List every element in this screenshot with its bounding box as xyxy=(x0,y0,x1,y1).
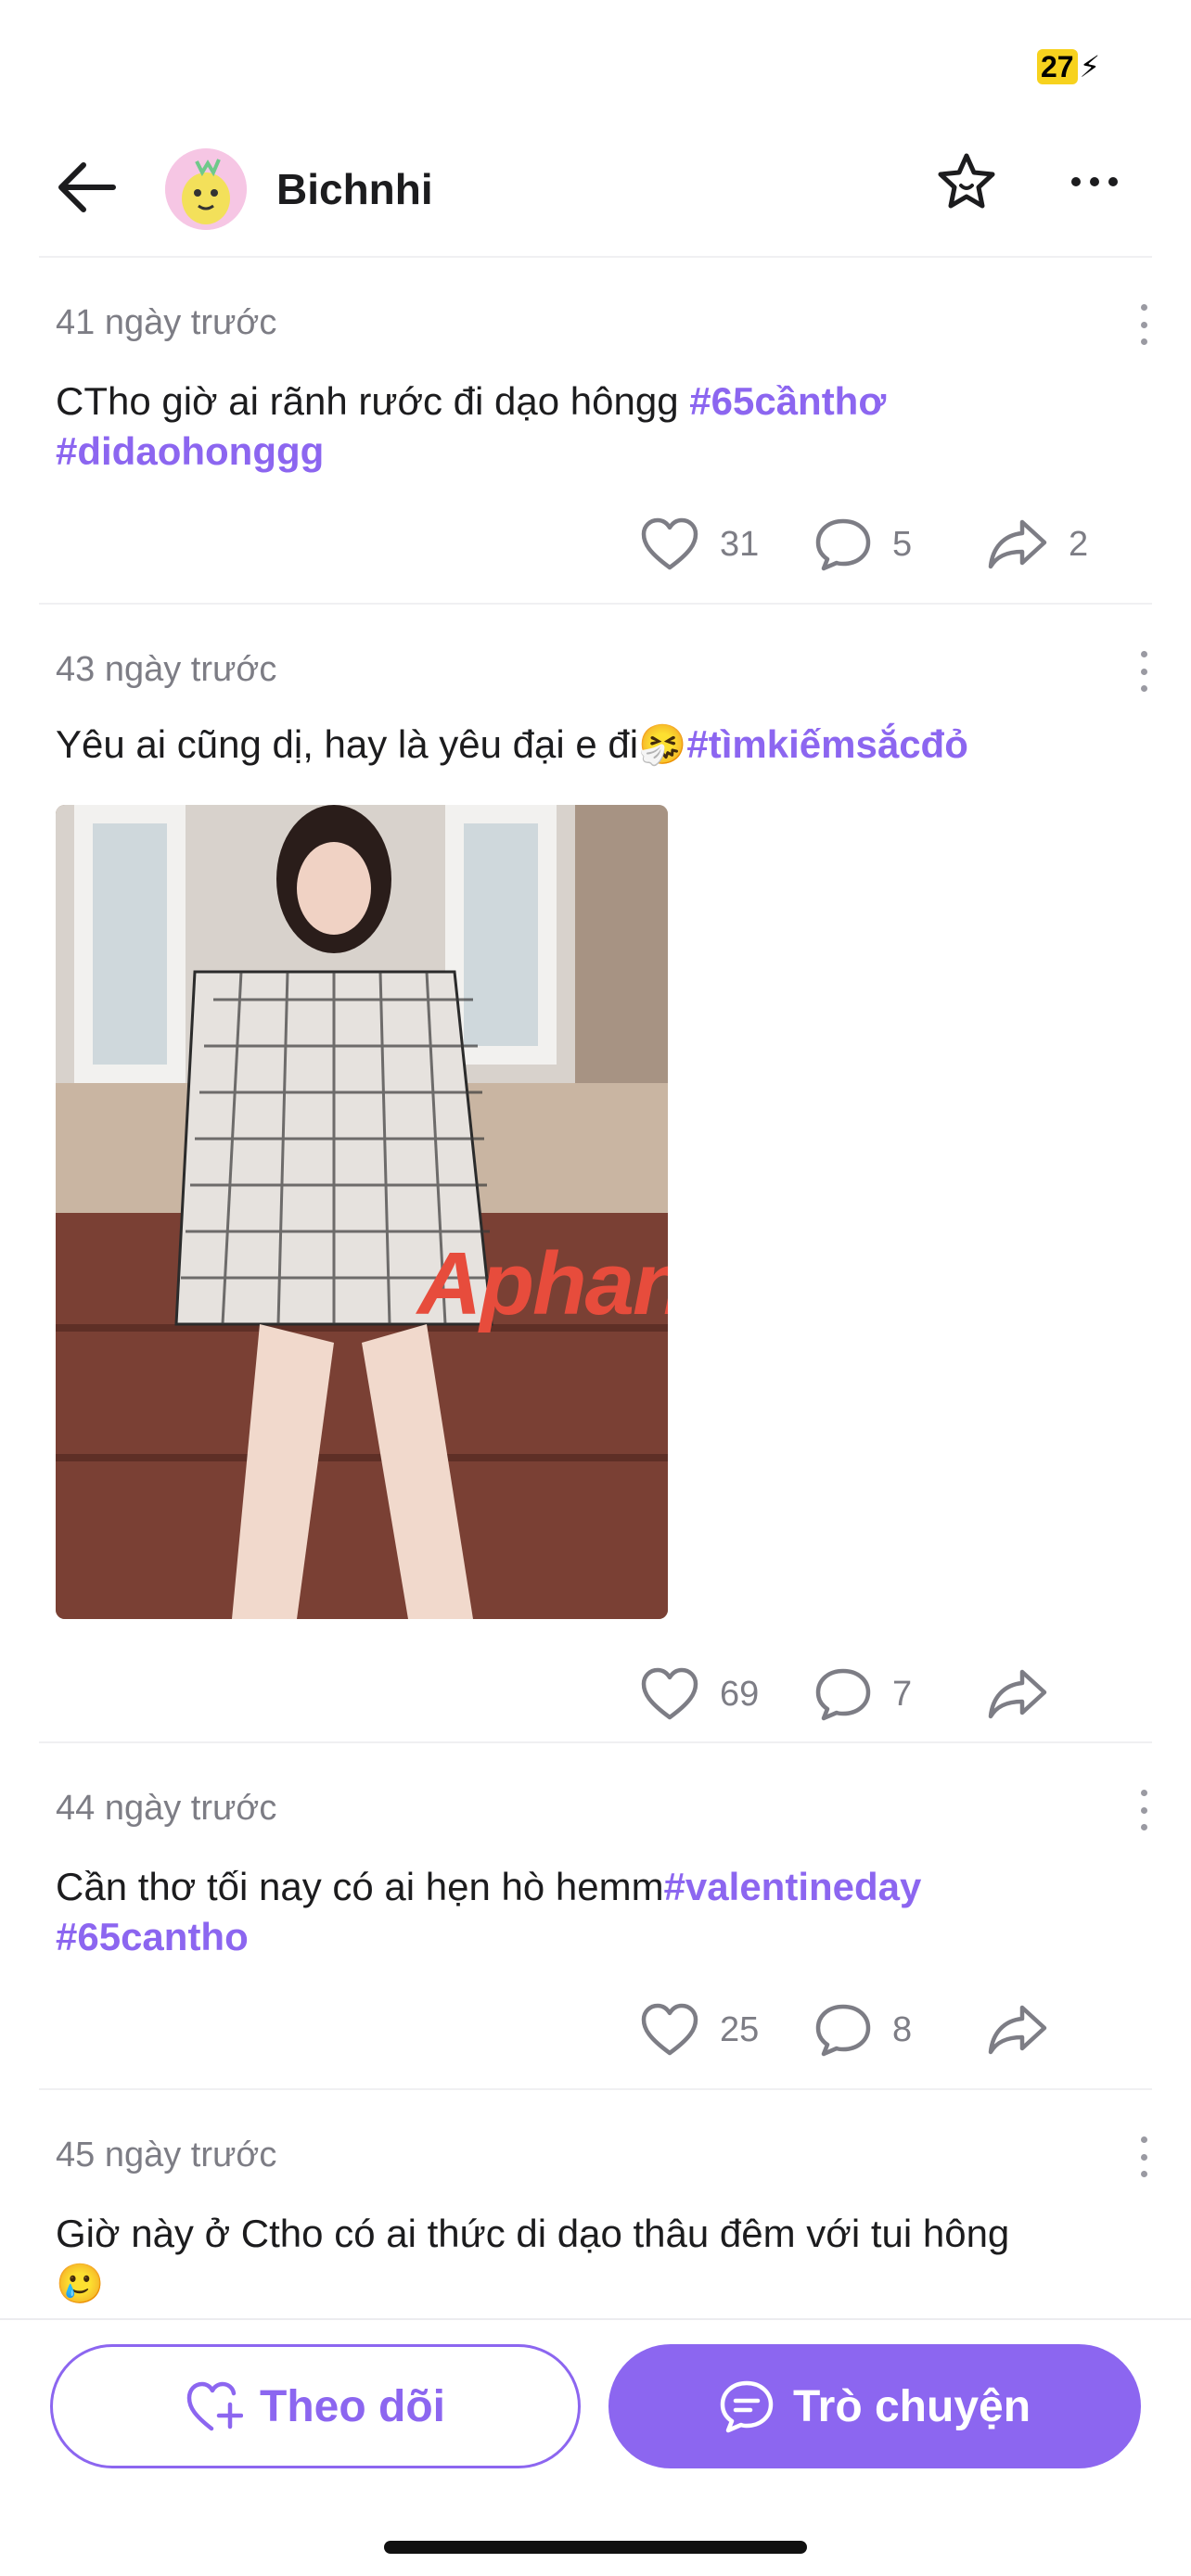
share-count: 2 xyxy=(1069,524,1089,564)
like-count: 31 xyxy=(720,524,760,564)
like-button[interactable]: 31 xyxy=(640,512,759,577)
more-options-button[interactable] xyxy=(1057,143,1132,221)
favorite-button[interactable] xyxy=(928,143,1005,221)
back-button[interactable] xyxy=(50,150,124,224)
post-body: Yêu ai cũng dị, hay là yêu đại e đi xyxy=(56,722,639,766)
star-icon xyxy=(938,153,995,209)
avatar-image xyxy=(165,148,247,230)
post: 41 ngày trước CTho giờ ai rãnh rước đi d… xyxy=(0,299,1191,605)
heart-icon xyxy=(641,517,698,570)
divider xyxy=(39,603,1152,605)
comment-button[interactable]: 5 xyxy=(814,512,912,577)
post: 44 ngày trước Cần thơ tối nay có ai hẹn … xyxy=(0,1784,1191,2090)
share-button[interactable]: 2 xyxy=(987,512,1088,577)
kebab-icon-dot xyxy=(1140,1806,1147,1814)
kebab-icon-dot xyxy=(1140,1824,1147,1830)
kebab-icon-dot xyxy=(1140,2136,1147,2143)
profile-header: Bichnhi xyxy=(0,130,1191,260)
heart-plus-icon xyxy=(186,2381,244,2431)
battery-indicator: 27 ⚡ xyxy=(1037,48,1100,85)
comment-count: 7 xyxy=(892,1674,913,1714)
comment-icon xyxy=(815,2004,871,2057)
comment-button[interactable]: 8 xyxy=(814,1997,912,2062)
divider xyxy=(39,256,1152,258)
photo-image xyxy=(56,805,668,1619)
heart-icon xyxy=(641,2003,698,2056)
chat-label: Trò chuyện xyxy=(792,2381,1031,2431)
post-text[interactable]: Yêu ai cũng dị, hay là yêu đại e đi🤧#tìm… xyxy=(56,720,1113,770)
chat-bubble-icon xyxy=(720,2380,774,2433)
post: 45 ngày trước Giờ này ở Ctho có ai thức … xyxy=(0,2131,1191,2316)
comment-icon xyxy=(815,518,871,571)
hashtag[interactable]: #65cantho xyxy=(56,1915,249,1958)
kebab-icon-dot xyxy=(1140,321,1147,328)
like-button[interactable]: 25 xyxy=(640,1997,759,2062)
more-icon-dot xyxy=(1071,177,1081,186)
more-icon-dot xyxy=(1108,177,1118,186)
chat-button[interactable]: Trò chuyện xyxy=(608,2344,1141,2468)
hashtag[interactable]: #tìmkiếmsắcđỏ xyxy=(686,722,967,766)
post: 43 ngày trước Yêu ai cũng dị, hay là yêu… xyxy=(0,645,1191,1740)
post-photo[interactable]: Aphang xyxy=(56,805,668,1619)
kebab-icon-dot xyxy=(1140,2171,1147,2177)
post-body: Giờ này ở Ctho có ai thức di dạo thâu đê… xyxy=(56,2212,1010,2255)
post-more-button[interactable] xyxy=(1130,1790,1158,1830)
post-text[interactable]: Cần thơ tối nay có ai hẹn hò hemm#valent… xyxy=(56,1862,1113,1962)
post-time: 41 ngày trước xyxy=(56,303,277,342)
divider xyxy=(39,1741,1152,1743)
back-arrow-icon xyxy=(58,162,116,212)
kebab-icon-dot xyxy=(1140,668,1147,675)
comment-count: 8 xyxy=(892,2009,913,2049)
kebab-icon-dot xyxy=(1140,685,1147,692)
heart-icon xyxy=(641,1667,698,1720)
kebab-icon-dot xyxy=(1140,338,1147,345)
comment-button[interactable]: 7 xyxy=(814,1662,912,1727)
sneezing-emoji: 🤧 xyxy=(638,722,687,766)
post-more-button[interactable] xyxy=(1130,2136,1158,2177)
post-body: Cần thơ tối nay có ai hẹn hò hemm xyxy=(56,1865,664,1908)
kebab-icon-dot xyxy=(1140,304,1147,311)
post-time: 45 ngày trước xyxy=(56,2136,277,2174)
hashtag[interactable]: #valentineday xyxy=(664,1865,922,1908)
share-icon xyxy=(988,2005,1047,2055)
kebab-icon-dot xyxy=(1140,651,1147,657)
divider xyxy=(39,2088,1152,2090)
watermark-logo: Aphang xyxy=(417,1234,668,1333)
like-count: 69 xyxy=(720,1674,760,1714)
home-indicator[interactable] xyxy=(384,2541,807,2554)
post-actions: 31 5 2 xyxy=(0,512,1191,577)
post-text[interactable]: CTho giờ ai rãnh rước đi dạo hôngg #65cầ… xyxy=(56,376,1113,477)
charging-bolt-icon: ⚡ xyxy=(1079,50,1101,83)
share-icon xyxy=(988,1669,1047,1719)
follow-button[interactable]: Theo dõi xyxy=(50,2344,581,2468)
post-body: CTho giờ ai rãnh rước đi dạo hôngg xyxy=(56,379,690,423)
post-actions: 25 8 xyxy=(0,1997,1191,2062)
post-text[interactable]: Giờ này ở Ctho có ai thức di dạo thâu đê… xyxy=(56,2209,1113,2309)
hashtag[interactable]: #65cầnthơ xyxy=(689,379,886,423)
kebab-icon-dot xyxy=(1140,2153,1147,2161)
share-icon xyxy=(988,519,1047,569)
kebab-icon-dot xyxy=(1140,1790,1147,1796)
more-icon-dot xyxy=(1090,177,1099,186)
share-button[interactable] xyxy=(987,1997,1048,2062)
comment-count: 5 xyxy=(892,524,913,564)
bottom-action-bar: Theo dõi Trò chuyện xyxy=(0,2318,1191,2576)
like-count: 25 xyxy=(720,2009,760,2049)
battery-level: 27 xyxy=(1037,49,1078,84)
like-button[interactable]: 69 xyxy=(640,1662,759,1727)
comment-icon xyxy=(815,1668,871,1721)
avatar[interactable] xyxy=(165,148,247,230)
follow-label: Theo dõi xyxy=(260,2381,445,2431)
post-time: 43 ngày trước xyxy=(56,650,277,689)
post-more-button[interactable] xyxy=(1130,304,1158,345)
profile-name[interactable]: Bichnhi xyxy=(276,156,433,223)
status-bar: 27 ⚡ xyxy=(0,0,1191,121)
post-time: 44 ngày trước xyxy=(56,1789,277,1828)
post-actions: 69 7 xyxy=(0,1662,1191,1727)
hashtag[interactable]: #didaohonggg xyxy=(56,429,324,473)
teary-smile-emoji: 🥲 xyxy=(56,2262,105,2305)
post-more-button[interactable] xyxy=(1130,651,1158,692)
share-button[interactable] xyxy=(987,1662,1048,1727)
